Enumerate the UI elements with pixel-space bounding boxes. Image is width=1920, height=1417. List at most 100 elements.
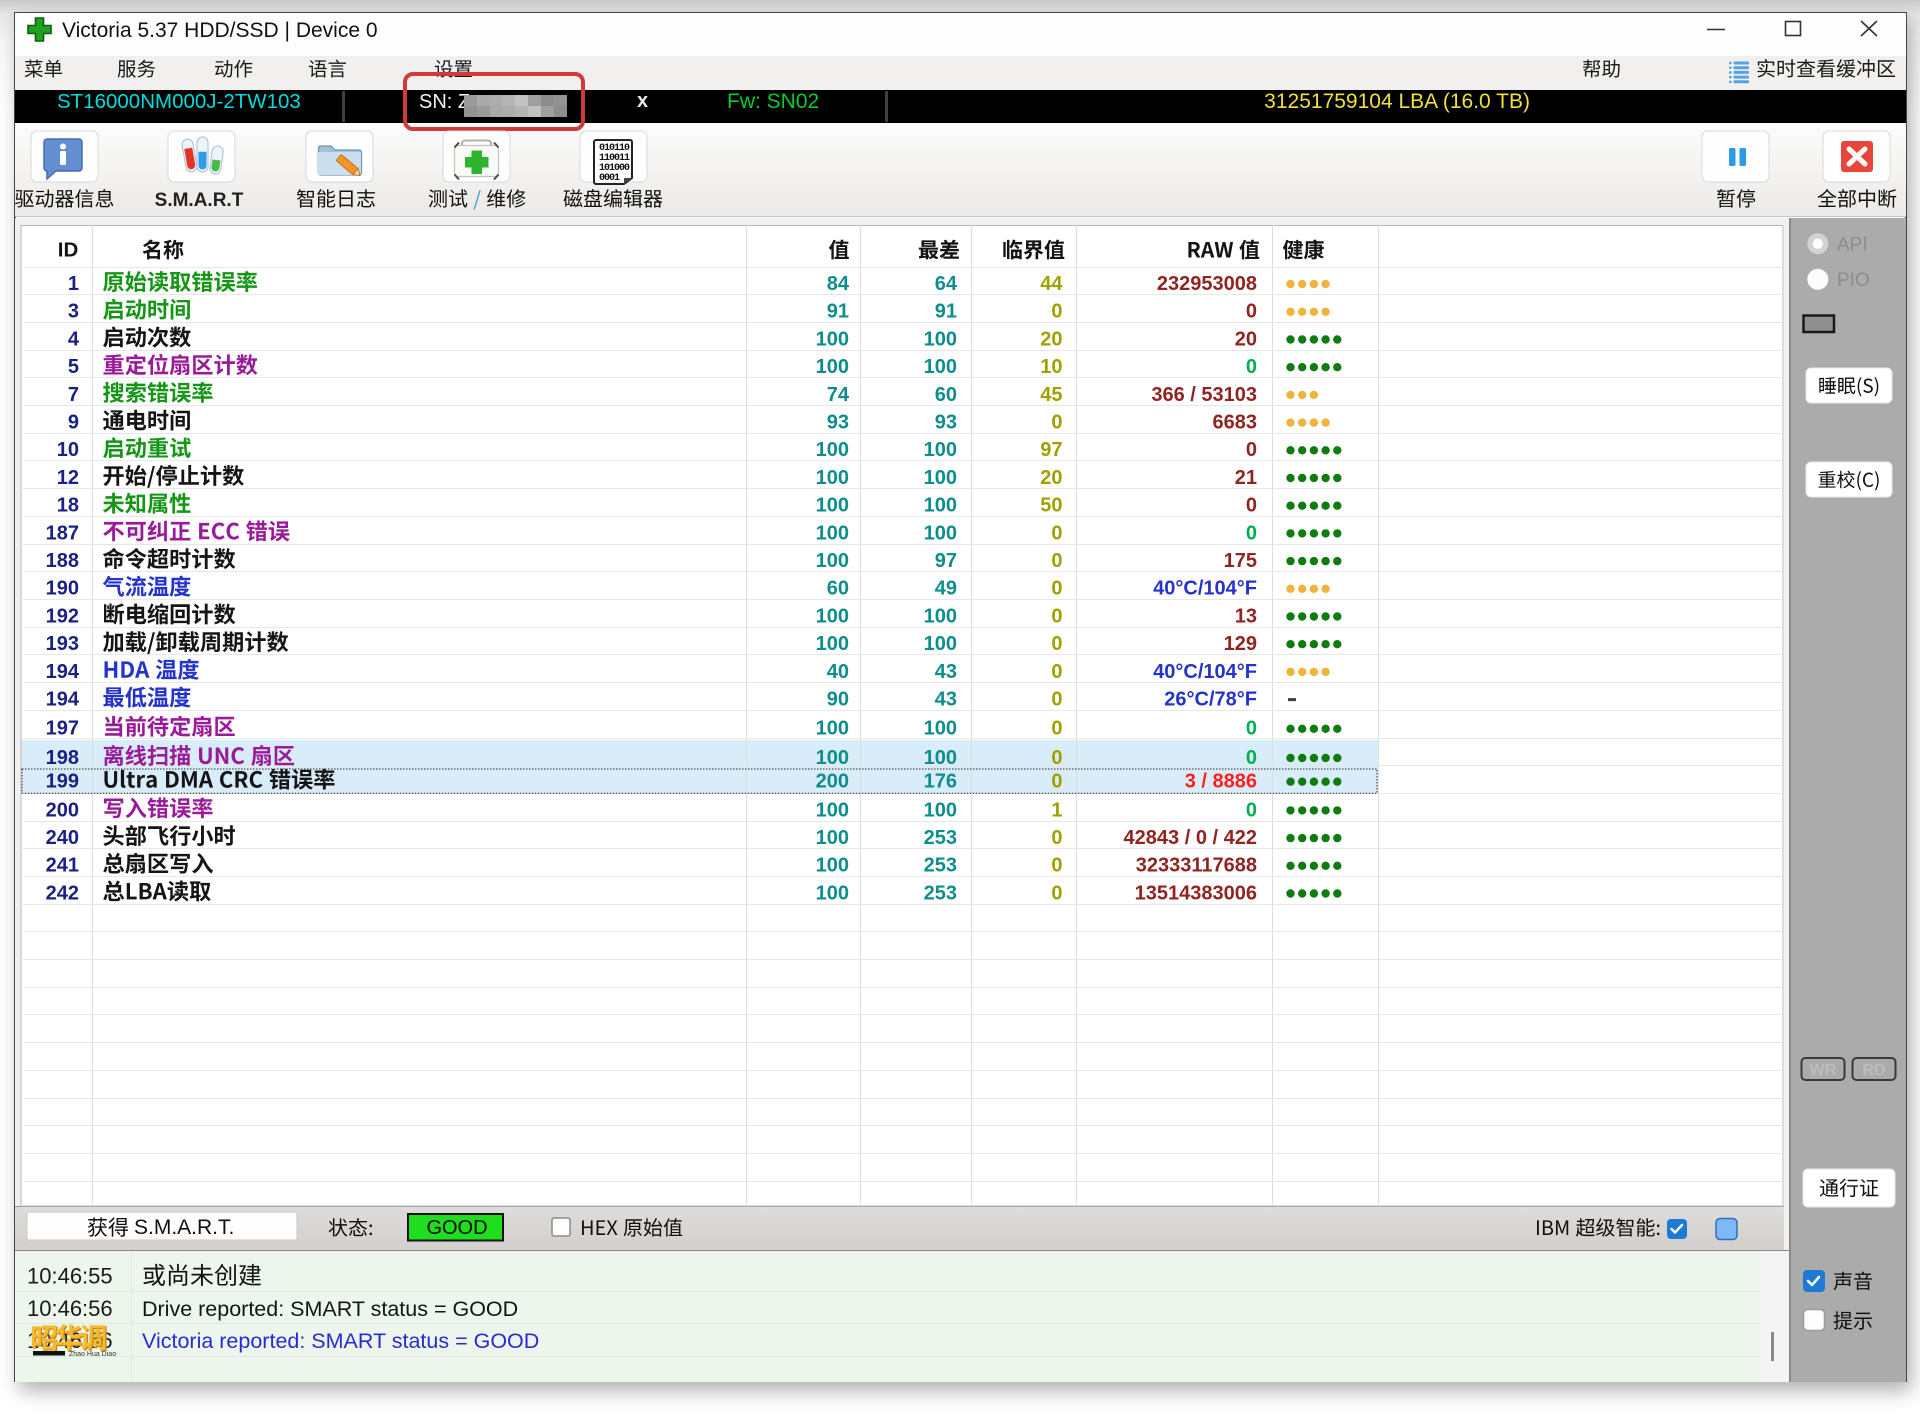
svg-text:100: 100 [924, 439, 957, 461]
svg-text:0: 0 [1246, 718, 1257, 740]
svg-text:0: 0 [1051, 827, 1062, 849]
svg-text:40°C/104°F: 40°C/104°F [1153, 578, 1257, 600]
svg-text:10:46:55: 10:46:55 [27, 1264, 113, 1289]
svg-text:193: 193 [46, 633, 79, 655]
svg-text:187: 187 [46, 522, 79, 544]
svg-text:100: 100 [924, 356, 957, 378]
svg-text:0: 0 [1246, 301, 1257, 323]
svg-text:6683: 6683 [1213, 412, 1258, 434]
svg-text:31251759104 LBA (16.0 TB): 31251759104 LBA (16.0 TB) [1264, 90, 1530, 113]
svg-text:9: 9 [68, 412, 79, 434]
svg-text:100: 100 [816, 522, 849, 544]
svg-text:Victoria reported: SMART statu: Victoria reported: SMART status = GOOD [142, 1329, 539, 1353]
svg-text:10:46:56: 10:46:56 [27, 1296, 113, 1321]
svg-text:44: 44 [1040, 273, 1063, 295]
svg-text:RD: RD [1862, 1062, 1885, 1079]
svg-text:18: 18 [57, 495, 79, 517]
svg-text:232953008: 232953008 [1157, 273, 1257, 295]
svg-text:API: API [1837, 235, 1868, 256]
svg-text:7: 7 [68, 384, 79, 406]
svg-text:129: 129 [1224, 633, 1257, 655]
svg-text:S.M.A.R.T: S.M.A.R.T [155, 190, 244, 211]
svg-text:32333117688: 32333117688 [1136, 855, 1257, 877]
svg-text:0: 0 [1051, 550, 1062, 572]
svg-text:100: 100 [924, 495, 957, 517]
svg-text:84: 84 [827, 273, 850, 295]
svg-text:253: 253 [924, 882, 957, 904]
svg-text:60: 60 [827, 578, 849, 600]
svg-text:40°C/104°F: 40°C/104°F [1153, 661, 1257, 683]
svg-text:S.M.A.R.T.: S.M.A.R.T. [134, 1216, 234, 1239]
svg-text:192: 192 [46, 605, 79, 627]
svg-text:1: 1 [1051, 799, 1062, 821]
svg-text:1: 1 [68, 273, 79, 295]
svg-text:26°C/78°F: 26°C/78°F [1164, 689, 1257, 711]
svg-text:ID: ID [58, 239, 79, 262]
svg-text:100: 100 [816, 827, 849, 849]
svg-text:100: 100 [816, 605, 849, 627]
svg-text:SN: Z: SN: Z [419, 91, 470, 113]
svg-text:100: 100 [816, 747, 849, 769]
svg-text:97: 97 [935, 550, 957, 572]
svg-text:100: 100 [816, 328, 849, 350]
svg-text:253: 253 [924, 827, 957, 849]
svg-text:0: 0 [1051, 522, 1062, 544]
svg-text:13514383006: 13514383006 [1135, 882, 1257, 904]
svg-text:40: 40 [827, 661, 849, 683]
svg-text:Victoria 5.37 HDD/SSD | Device: Victoria 5.37 HDD/SSD | Device 0 [62, 19, 378, 42]
svg-text:13: 13 [1235, 605, 1257, 627]
svg-text:0: 0 [1246, 356, 1257, 378]
svg-text:100: 100 [924, 467, 957, 489]
svg-text:253: 253 [924, 855, 957, 877]
svg-text:0: 0 [1051, 771, 1062, 793]
svg-text:50: 50 [1040, 495, 1062, 517]
svg-text:100: 100 [924, 633, 957, 655]
svg-text:90: 90 [827, 689, 849, 711]
svg-text:100: 100 [924, 522, 957, 544]
svg-text:GOOD: GOOD [426, 1217, 487, 1239]
svg-text:Drive reported: SMART status =: Drive reported: SMART status = GOOD [142, 1297, 518, 1321]
svg-text:3: 3 [68, 301, 79, 323]
svg-text:93: 93 [935, 412, 957, 434]
svg-text:0001: 0001 [599, 173, 620, 184]
svg-text:10: 10 [1040, 356, 1062, 378]
svg-text:100: 100 [816, 495, 849, 517]
svg-text:4: 4 [68, 328, 80, 350]
svg-text:0: 0 [1051, 301, 1062, 323]
svg-text:3 / 8886: 3 / 8886 [1185, 771, 1257, 793]
svg-text:100: 100 [816, 356, 849, 378]
svg-text:97: 97 [1040, 439, 1062, 461]
svg-text:100: 100 [816, 467, 849, 489]
svg-text:100: 100 [816, 799, 849, 821]
svg-text:0: 0 [1051, 412, 1062, 434]
svg-text:91: 91 [827, 301, 849, 323]
svg-text:200: 200 [46, 799, 79, 821]
svg-text:100: 100 [924, 799, 957, 821]
svg-text:100: 100 [816, 633, 849, 655]
svg-text:100: 100 [816, 550, 849, 572]
svg-text:100: 100 [924, 747, 957, 769]
svg-text:0: 0 [1051, 605, 1062, 627]
svg-text:45: 45 [1040, 384, 1062, 406]
svg-text:0: 0 [1051, 882, 1062, 904]
svg-text:190: 190 [46, 578, 79, 600]
svg-text:ST16000NM000J-2TW103: ST16000NM000J-2TW103 [57, 90, 301, 113]
svg-text:Zhao Hua Diao: Zhao Hua Diao [69, 1351, 116, 1358]
svg-text:200: 200 [816, 771, 849, 793]
svg-text:20: 20 [1235, 328, 1257, 350]
svg-text:198: 198 [46, 747, 79, 769]
svg-text:WR: WR [1810, 1062, 1837, 1079]
svg-text:0: 0 [1051, 633, 1062, 655]
svg-text:20: 20 [1040, 328, 1062, 350]
svg-text:64: 64 [935, 273, 958, 295]
svg-text:21: 21 [1235, 467, 1257, 489]
svg-text:0: 0 [1051, 718, 1062, 740]
svg-text:Fw: SN02: Fw: SN02 [727, 90, 819, 113]
svg-text:197: 197 [46, 718, 79, 740]
svg-text:240: 240 [46, 827, 79, 849]
svg-text:100: 100 [924, 328, 957, 350]
svg-text:x: x [637, 90, 648, 112]
svg-text:PIO: PIO [1837, 270, 1870, 291]
svg-text:0: 0 [1051, 855, 1062, 877]
svg-text:100: 100 [924, 718, 957, 740]
